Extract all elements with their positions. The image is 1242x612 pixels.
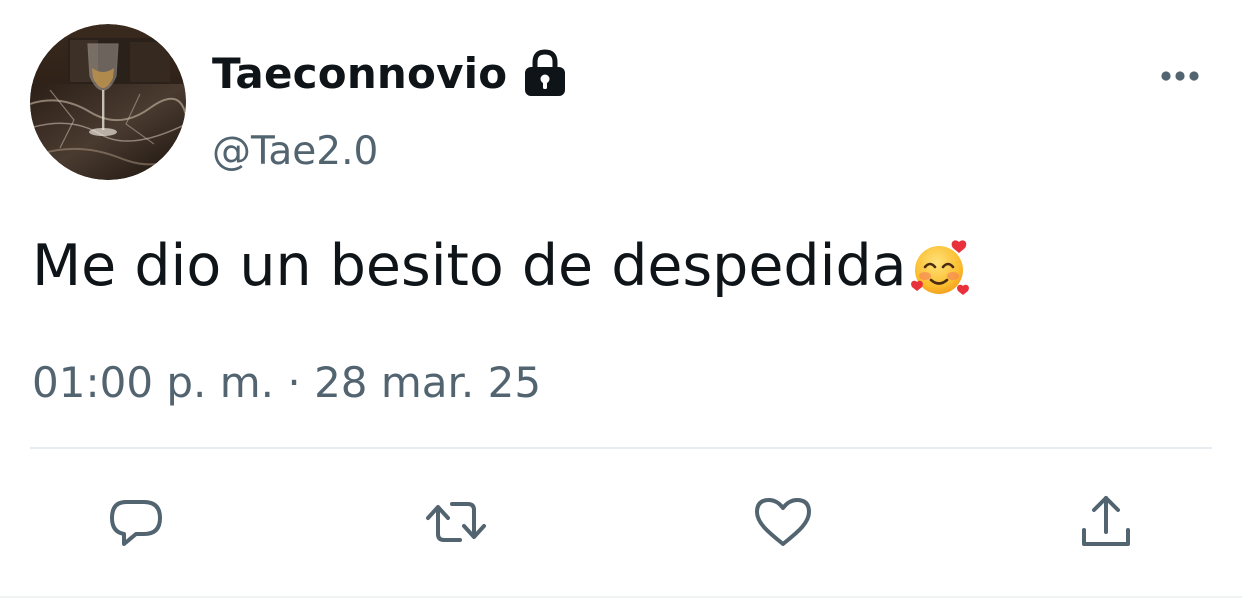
- more-icon[interactable]: [1152, 56, 1208, 96]
- bottom-divider: [0, 596, 1242, 598]
- retweet-icon[interactable]: [424, 490, 488, 554]
- tweet-text: Me dio un besito de despedida: [32, 226, 973, 306]
- tweet-text-content: Me dio un besito de despedida: [32, 233, 907, 299]
- tweet-card: Taeconnovio @Tae2.0 Me dio un besito de …: [0, 0, 1242, 612]
- heart-icon[interactable]: [751, 490, 815, 554]
- display-name[interactable]: Taeconnovio: [212, 46, 507, 102]
- tweet-timestamp[interactable]: 01:00 p. m. · 28 mar. 25: [32, 354, 541, 412]
- reply-icon[interactable]: [104, 490, 168, 554]
- divider: [30, 447, 1212, 449]
- share-icon[interactable]: [1074, 490, 1138, 554]
- avatar[interactable]: [30, 24, 186, 180]
- name-row: Taeconnovio: [212, 46, 569, 102]
- lock-icon: [525, 49, 566, 96]
- user-handle[interactable]: @Tae2.0: [212, 124, 378, 180]
- smiling-face-with-hearts-icon: [910, 240, 969, 295]
